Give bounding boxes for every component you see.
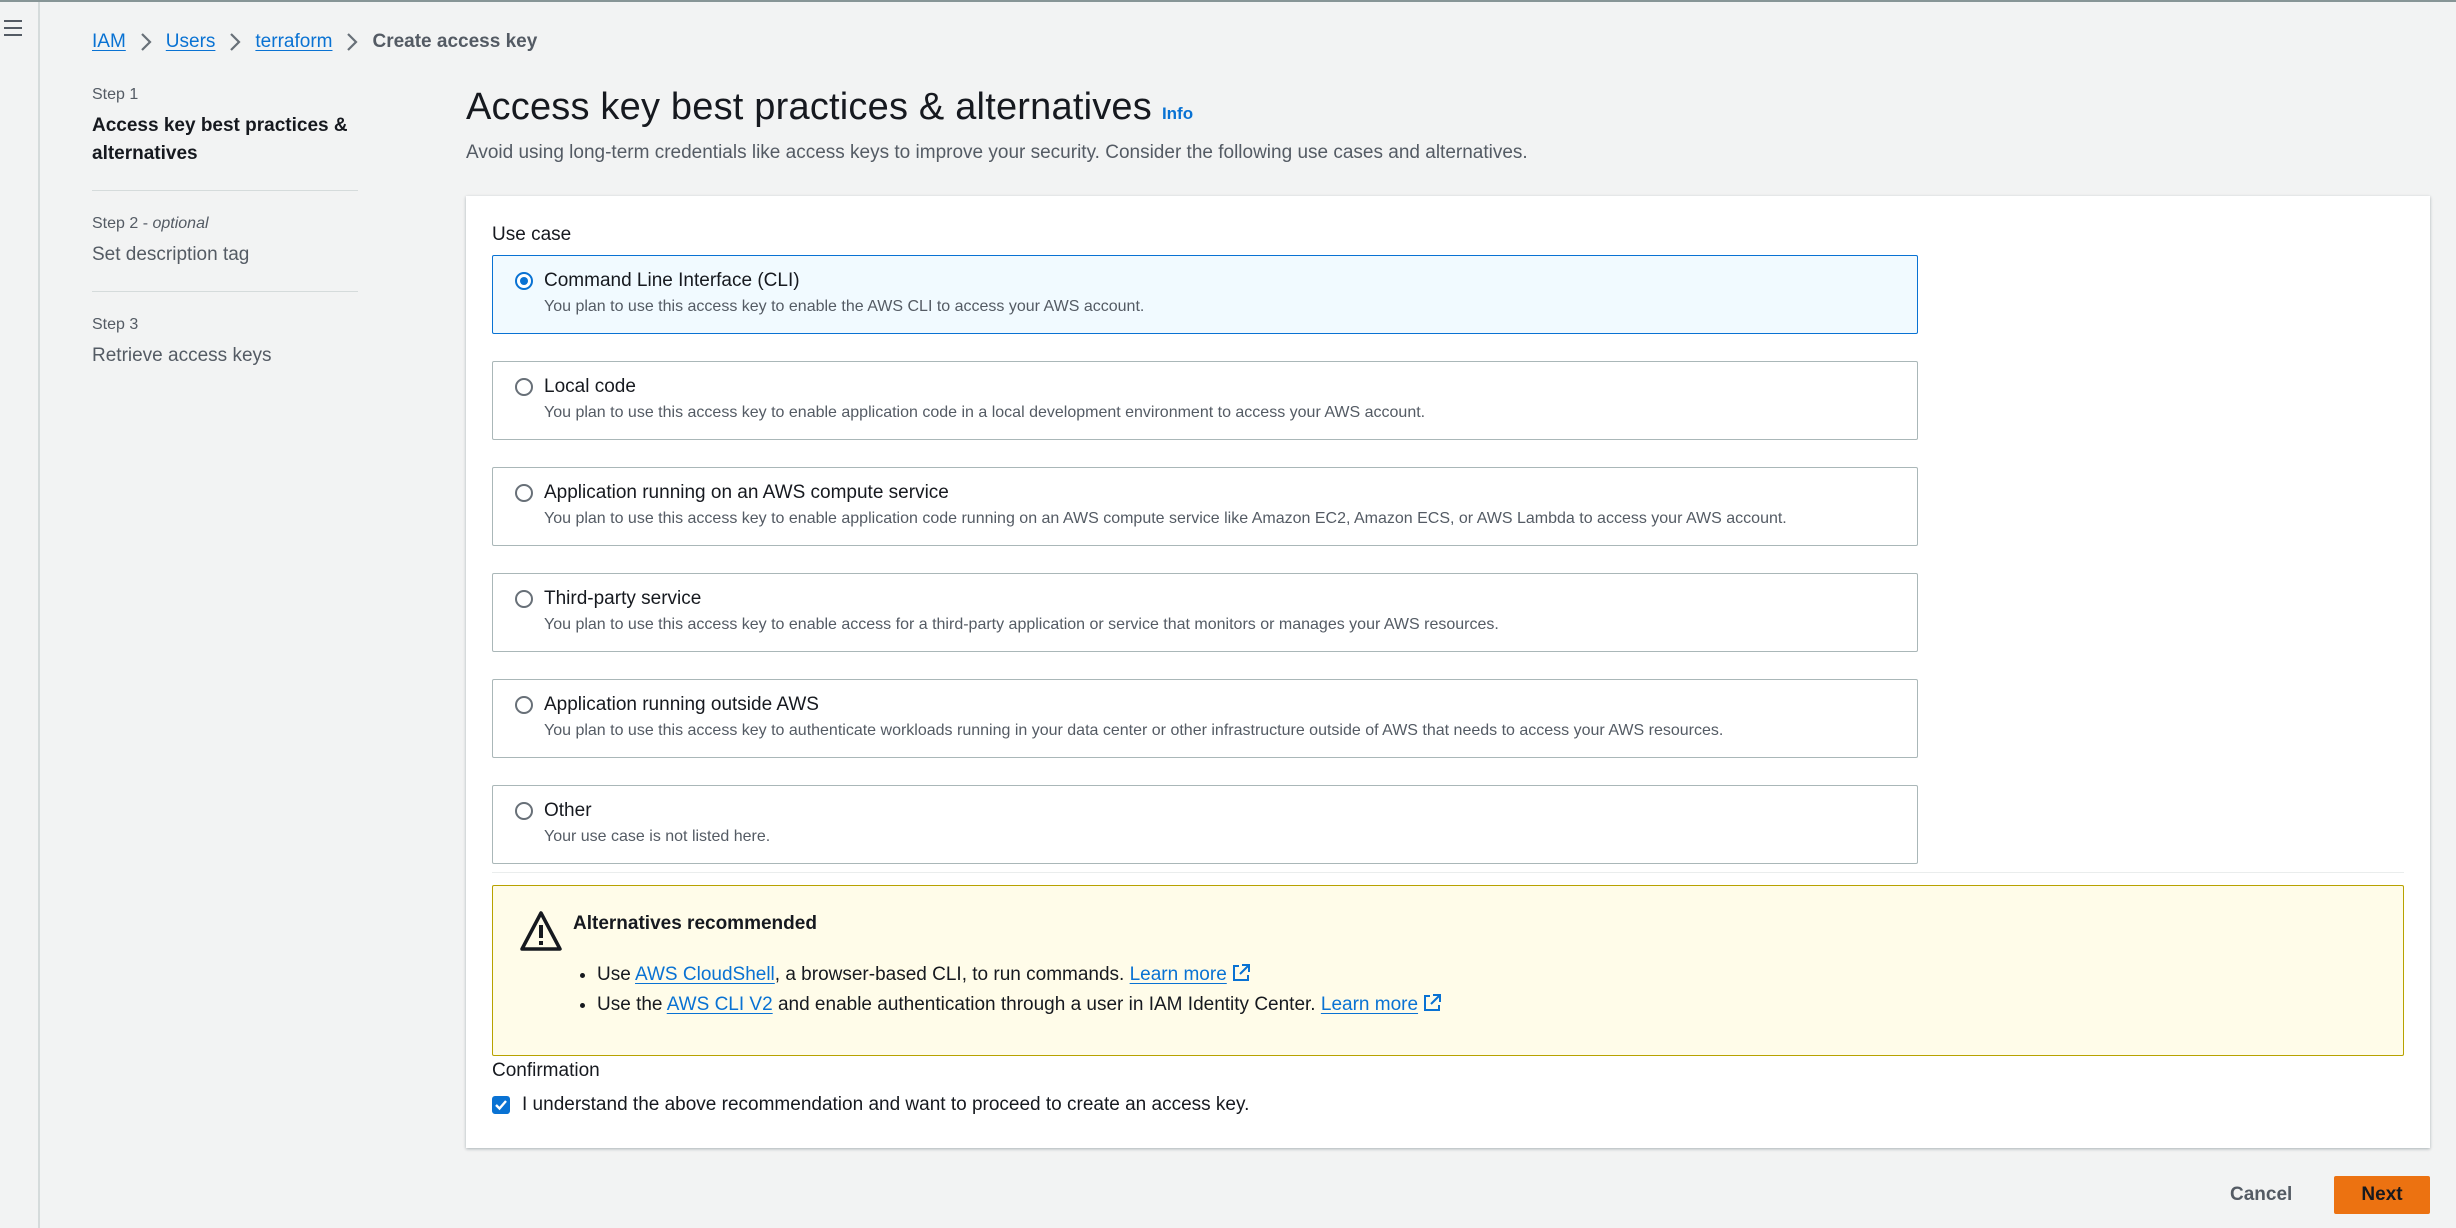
menu-icon[interactable] [4, 20, 22, 38]
option-title: Command Line Interface (CLI) [544, 270, 800, 291]
next-button[interactable]: Next [2334, 1176, 2430, 1214]
step-number: Step 3 [92, 316, 139, 333]
step-1: Step 1 Access key best practices & alter… [92, 84, 358, 191]
option-title: Application running outside AWS [544, 694, 819, 715]
alternatives-alert: Alternatives recommended Use AWS CloudSh… [492, 885, 2404, 1056]
use-case-option-other[interactable]: Other Your use case is not listed here. [492, 785, 1918, 864]
divider [492, 872, 2404, 873]
radio-button-selected[interactable] [515, 272, 533, 290]
confirmation-checkbox-row[interactable]: I understand the above recommendation an… [492, 1094, 1249, 1116]
option-description: Your use case is not listed here. [544, 828, 771, 845]
page-description: Avoid using long-term credentials like a… [466, 142, 1528, 163]
radio-button[interactable] [515, 484, 533, 502]
use-case-option-aws-compute[interactable]: Application running on an AWS compute se… [492, 467, 1918, 546]
option-description: You plan to use this access key to enabl… [544, 616, 1499, 633]
wizard-steps: Step 1 Access key best practices & alter… [92, 84, 358, 414]
breadcrumb-current: Create access key [372, 31, 538, 52]
checkbox-label: I understand the above recommendation an… [522, 1094, 1250, 1115]
option-description: You plan to use this access key to enabl… [544, 404, 1426, 421]
side-navigation-rail [0, 2, 40, 1228]
use-case-option-third-party[interactable]: Third-party service You plan to use this… [492, 573, 1918, 652]
option-description: You plan to use this access key to authe… [544, 722, 1724, 739]
chevron-right-icon [215, 31, 255, 53]
info-link[interactable]: Info [1162, 104, 1193, 124]
page-title: Access key best practices & alternatives [466, 86, 1152, 128]
confirmation-label: Confirmation [492, 1060, 600, 1081]
use-case-option-outside-aws[interactable]: Application running outside AWS You plan… [492, 679, 1918, 758]
step-title: Set description tag [92, 244, 250, 265]
checkmark-icon [495, 1100, 507, 1111]
step-number: Step 1 [92, 86, 139, 103]
option-title: Other [544, 800, 592, 821]
use-case-option-cli[interactable]: Command Line Interface (CLI) You plan to… [492, 255, 1918, 334]
step-title: Access key best practices & alternatives [92, 115, 348, 164]
radio-button[interactable] [515, 802, 533, 820]
chevron-right-icon [126, 31, 166, 53]
step-title: Retrieve access keys [92, 345, 272, 366]
alert-item-cloudshell: Use AWS CloudShell, a browser-based CLI,… [597, 960, 1442, 990]
learn-more-link[interactable]: Learn more [1321, 994, 1418, 1015]
radio-button[interactable] [515, 590, 533, 608]
option-description: You plan to use this access key to enabl… [544, 298, 1145, 315]
option-title: Application running on an AWS compute se… [544, 482, 949, 503]
confirmation-checkbox[interactable] [492, 1096, 510, 1114]
use-case-option-local-code[interactable]: Local code You plan to use this access k… [492, 361, 1918, 440]
breadcrumb: IAM Users terraform Create access key [92, 31, 537, 53]
option-description: You plan to use this access key to enabl… [544, 510, 1787, 527]
step-optional-label: optional [152, 215, 209, 232]
option-title: Third-party service [544, 588, 702, 609]
top-border [0, 0, 2456, 2]
learn-more-link[interactable]: Learn more [1130, 964, 1227, 985]
chevron-right-icon [332, 31, 372, 53]
warning-icon [520, 911, 562, 951]
cancel-button[interactable]: Cancel [2218, 1176, 2304, 1214]
alert-list: Use AWS CloudShell, a browser-based CLI,… [597, 960, 1442, 1020]
step-2[interactable]: Step 2 - optional Set description tag [92, 213, 358, 292]
breadcrumb-user-link[interactable]: terraform [255, 31, 332, 53]
aws-cli-v2-link[interactable]: AWS CLI V2 [667, 994, 773, 1015]
radio-button[interactable] [515, 696, 533, 714]
aws-cloudshell-link[interactable]: AWS CloudShell [635, 964, 775, 985]
step-number: Step 2 - optional [92, 215, 209, 232]
external-link-icon[interactable] [1422, 993, 1442, 1013]
step-3[interactable]: Step 3 Retrieve access keys [92, 314, 358, 392]
alert-item-cli-v2: Use the AWS CLI V2 and enable authentica… [597, 990, 1442, 1020]
external-link-icon[interactable] [1231, 963, 1251, 983]
option-title: Local code [544, 376, 636, 397]
breadcrumb-iam-link[interactable]: IAM [92, 31, 126, 53]
radio-button[interactable] [515, 378, 533, 396]
alert-title: Alternatives recommended [573, 913, 817, 934]
page-header: Access key best practices & alternatives… [466, 86, 1193, 129]
breadcrumb-users-link[interactable]: Users [166, 31, 216, 53]
use-case-label: Use case [492, 224, 572, 245]
use-case-container: Use case Command Line Interface (CLI) Yo… [466, 196, 2430, 1148]
